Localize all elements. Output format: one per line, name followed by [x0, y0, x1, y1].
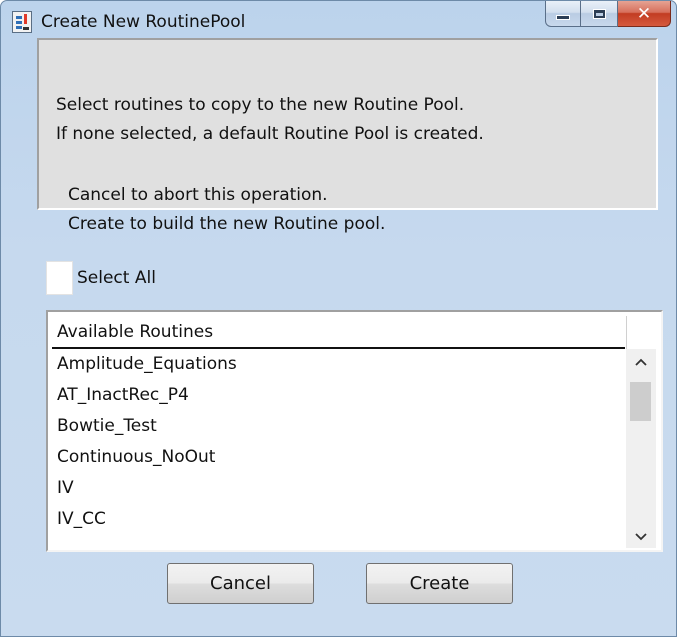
routine-list: Amplitude_Equations AT_InactRec_P4 Bowti…: [52, 349, 625, 535]
list-header-label: Available Routines: [57, 322, 214, 342]
instruction-line-2: If none selected, a default Routine Pool…: [56, 124, 484, 144]
select-all-label[interactable]: Select All: [77, 268, 156, 288]
list-item[interactable]: Bowtie_Test: [52, 411, 625, 442]
instruction-line-4: Create to build the new Routine pool.: [68, 214, 386, 234]
list-item[interactable]: IV_CC: [52, 504, 625, 535]
select-all-checkbox[interactable]: [46, 261, 73, 295]
window-title: Create New RoutinePool: [41, 12, 246, 32]
scroll-down-arrow-icon[interactable]: [626, 526, 656, 548]
minimize-button[interactable]: [545, 1, 581, 27]
list-header-filler: [626, 316, 656, 349]
list-item[interactable]: IV: [52, 473, 625, 504]
list-item[interactable]: Amplitude_Equations: [52, 349, 625, 380]
cancel-button[interactable]: Cancel: [167, 563, 314, 604]
scrollbar-thumb[interactable]: [630, 382, 651, 421]
instruction-line-1: Select routines to copy to the new Routi…: [56, 95, 465, 115]
minimize-icon: [556, 15, 570, 20]
list-column-header[interactable]: Available Routines: [52, 316, 625, 349]
list-item[interactable]: AT_InactRec_P4: [52, 380, 625, 411]
instruction-line-3: Cancel to abort this operation.: [68, 185, 328, 205]
close-button[interactable]: ✕: [618, 1, 671, 27]
vertical-scrollbar[interactable]: [626, 349, 656, 548]
routines-listbox[interactable]: Available Routines Amplitude_Equations A…: [46, 310, 663, 552]
caption-buttons: ✕: [545, 1, 671, 27]
app-window-icon[interactable]: [12, 11, 32, 33]
select-all-row[interactable]: Select All: [46, 261, 156, 295]
scroll-up-arrow-icon[interactable]: [626, 351, 656, 373]
maximize-icon: [592, 8, 606, 19]
create-button[interactable]: Create: [366, 563, 513, 604]
maximize-button[interactable]: [581, 1, 618, 27]
title-bar[interactable]: Create New RoutinePool ✕: [1, 1, 676, 43]
close-icon: ✕: [636, 3, 652, 24]
list-item[interactable]: Continuous_NoOut: [52, 442, 625, 473]
